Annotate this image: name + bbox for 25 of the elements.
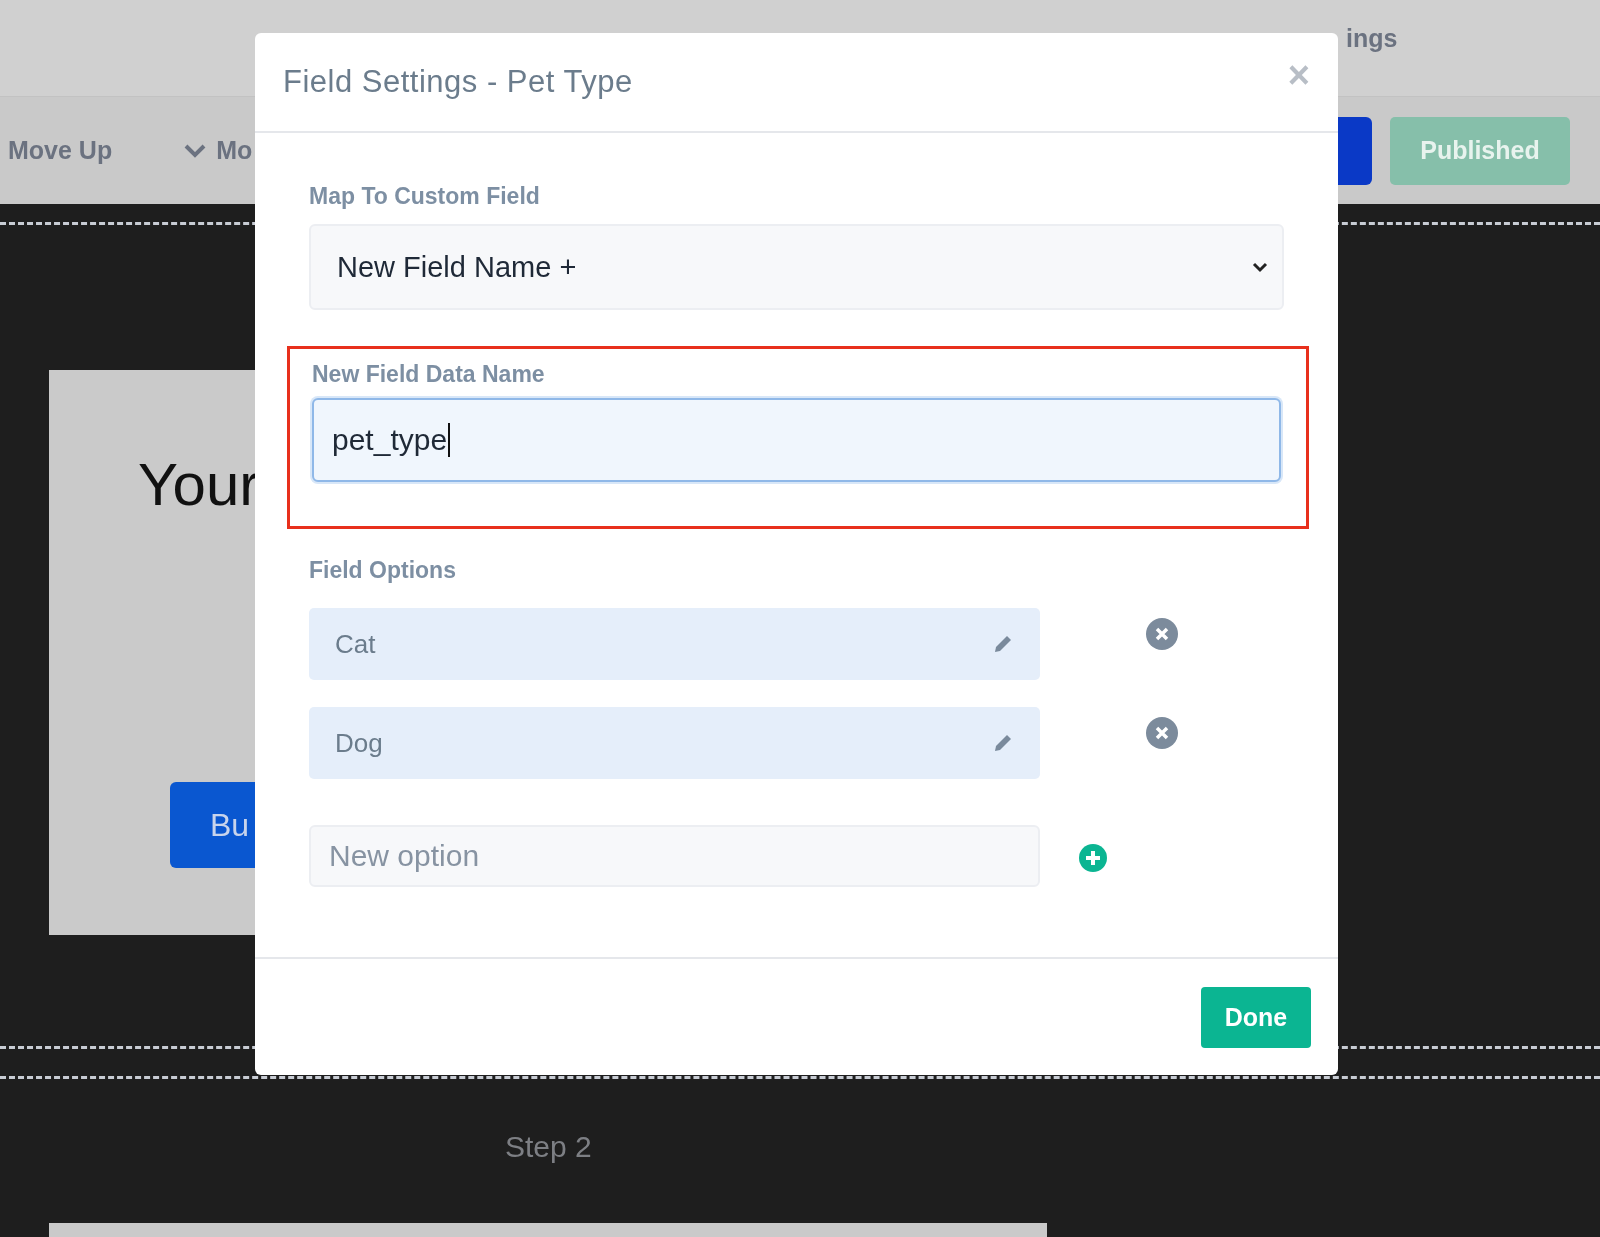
remove-icon[interactable] [1146,717,1178,749]
data-name-input[interactable]: pet_type [312,398,1281,482]
field-label: Map To Custom Field [309,183,541,210]
nav-tab[interactable]: ings [1340,24,1404,53]
custom-field-dropdown[interactable]: New Field Name + [309,224,1284,310]
option-field[interactable]: Dog [309,707,1040,779]
chevron-down-icon [1252,261,1268,273]
option-field[interactable]: Cat [309,608,1040,680]
done-button[interactable]: Done [1201,986,1311,1048]
dialog-title: Field Settings - Pet Type [283,64,633,100]
new-option-input[interactable]: New option [309,825,1040,887]
add-icon[interactable] [1079,844,1107,872]
remove-icon[interactable] [1146,618,1178,650]
published-button[interactable]: Published [1390,116,1570,185]
step-label: Step 2 [505,1130,592,1164]
move-up-button[interactable]: Move Up [8,136,113,165]
close-button[interactable]: × [1287,56,1310,108]
card-heading: Your [138,450,260,519]
move-down-button[interactable]: Mo [184,136,253,165]
chevron-down-icon [184,143,207,158]
pencil-icon[interactable] [992,633,1014,655]
pencil-icon[interactable] [992,732,1014,754]
action-button[interactable] [1338,116,1372,185]
field-label: New Field Data Name [312,361,545,387]
field-label: Field Options [309,557,457,584]
